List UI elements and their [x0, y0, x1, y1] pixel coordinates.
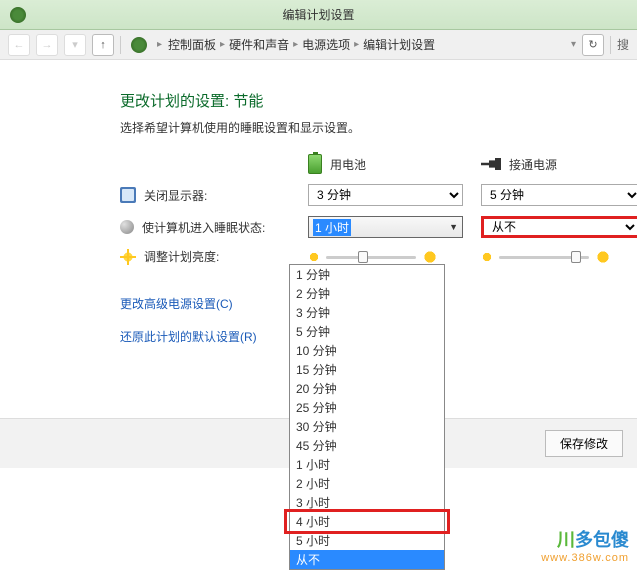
dropdown-option[interactable]: 3 分钟	[290, 303, 444, 322]
display-off-plugged-select[interactable]: 5 分钟	[481, 184, 637, 206]
row-label-text: 关闭显示器:	[144, 187, 207, 204]
forward-button[interactable]: →	[36, 34, 58, 56]
page-subtext: 选择希望计算机使用的睡眠设置和显示设置。	[120, 119, 597, 136]
breadcrumb-item[interactable]: 控制面板	[168, 36, 216, 53]
dropdown-option[interactable]: 2 小时	[290, 474, 444, 493]
up-button[interactable]: ↑	[92, 34, 114, 56]
row-label-text: 调整计划亮度:	[144, 248, 219, 265]
plug-icon	[481, 158, 501, 170]
chevron-down-icon: ▼	[449, 222, 462, 232]
refresh-button[interactable]: ↻	[582, 34, 604, 56]
slider-track	[326, 256, 416, 259]
sun-small-icon	[481, 251, 493, 263]
row-label-text: 使计算机进入睡眠状态:	[142, 219, 265, 236]
sleep-battery-select[interactable]: 1 小时 ▼	[308, 216, 463, 238]
sun-large-icon	[422, 249, 438, 265]
chevron-right-icon: ▸	[293, 39, 298, 50]
brightness-plugged-cell	[481, 249, 637, 265]
window-titlebar: 编辑计划设置	[0, 0, 637, 30]
brightness-icon	[120, 249, 136, 265]
dropdown-option[interactable]: 2 分钟	[290, 284, 444, 303]
column-label: 用电池	[330, 156, 366, 173]
dropdown-option[interactable]: 4 小时	[290, 512, 444, 531]
row-sleep: 使计算机进入睡眠状态:	[120, 219, 290, 236]
moon-icon	[120, 220, 134, 234]
dropdown-option[interactable]: 1 分钟	[290, 265, 444, 284]
save-button[interactable]: 保存修改	[545, 430, 623, 457]
power-options-icon	[10, 7, 26, 23]
display-off-battery-select[interactable]: 3 分钟	[308, 184, 463, 206]
column-header-plugged: 接通电源	[481, 156, 637, 173]
settings-grid: . 用电池 接通电源 关闭显示器: 3 分钟 5 分钟 使计算机进入睡眠状态: …	[120, 154, 597, 265]
dropdown-option[interactable]: 从不	[290, 550, 444, 569]
chevron-right-icon: ▸	[157, 39, 162, 50]
watermark: 川多包傻 www.386w.com	[541, 526, 629, 564]
dropdown-option[interactable]: 10 分钟	[290, 341, 444, 360]
brightness-battery-slider[interactable]	[326, 249, 416, 265]
brightness-plugged-slider[interactable]	[499, 249, 589, 265]
selected-value: 1 小时	[313, 219, 351, 236]
sleep-battery-dropdown-list[interactable]: 1 分钟2 分钟3 分钟5 分钟10 分钟15 分钟20 分钟25 分钟30 分…	[289, 264, 445, 570]
monitor-icon	[120, 187, 136, 203]
dropdown-option[interactable]: 5 分钟	[290, 322, 444, 341]
watermark-logo: 川多包傻	[541, 526, 629, 552]
dropdown-option[interactable]: 3 小时	[290, 493, 444, 512]
sleep-plugged-select[interactable]: 从不	[481, 216, 637, 238]
dropdown-option[interactable]: 20 分钟	[290, 379, 444, 398]
row-brightness: 调整计划亮度:	[120, 248, 290, 265]
row-display-off: 关闭显示器:	[120, 187, 290, 204]
column-label: 接通电源	[509, 156, 557, 173]
brightness-battery-cell	[308, 249, 463, 265]
window-title: 编辑计划设置	[282, 6, 354, 23]
slider-thumb[interactable]	[571, 251, 581, 263]
slider-thumb[interactable]	[358, 251, 368, 263]
dropdown-option[interactable]: 25 分钟	[290, 398, 444, 417]
breadcrumb-item[interactable]: 硬件和声音	[229, 36, 289, 53]
column-header-battery: 用电池	[308, 154, 463, 174]
dropdown-option[interactable]: 15 分钟	[290, 360, 444, 379]
nav-toolbar: ← → ▾ ↑ ▸ 控制面板▸ 硬件和声音▸ 电源选项▸ 编辑计划设置 ▾ ↻ …	[0, 30, 637, 60]
breadcrumb-expand-icon[interactable]: ▾	[571, 39, 576, 50]
search-label: 搜	[617, 36, 629, 53]
battery-icon	[308, 154, 322, 174]
breadcrumb: 控制面板 ▸ 硬件和声音 ▸ 电源选项 ▸ 编辑计划设置	[168, 36, 435, 53]
history-dropdown-button[interactable]: ▾	[64, 34, 86, 56]
separator	[610, 36, 611, 54]
back-button[interactable]: ←	[8, 34, 30, 56]
sun-small-icon	[308, 251, 320, 263]
dropdown-option[interactable]: 5 小时	[290, 531, 444, 550]
location-icon	[131, 37, 147, 53]
page-heading: 更改计划的设置: 节能	[120, 90, 597, 111]
dropdown-option[interactable]: 30 分钟	[290, 417, 444, 436]
chevron-right-icon: ▸	[220, 39, 225, 50]
chevron-right-icon: ▸	[354, 39, 359, 50]
sun-large-icon	[595, 249, 611, 265]
watermark-url: www.386w.com	[541, 552, 629, 564]
dropdown-option[interactable]: 1 小时	[290, 455, 444, 474]
separator	[120, 36, 121, 54]
breadcrumb-item[interactable]: 编辑计划设置	[363, 36, 435, 53]
dropdown-option[interactable]: 45 分钟	[290, 436, 444, 455]
breadcrumb-item[interactable]: 电源选项	[302, 36, 350, 53]
